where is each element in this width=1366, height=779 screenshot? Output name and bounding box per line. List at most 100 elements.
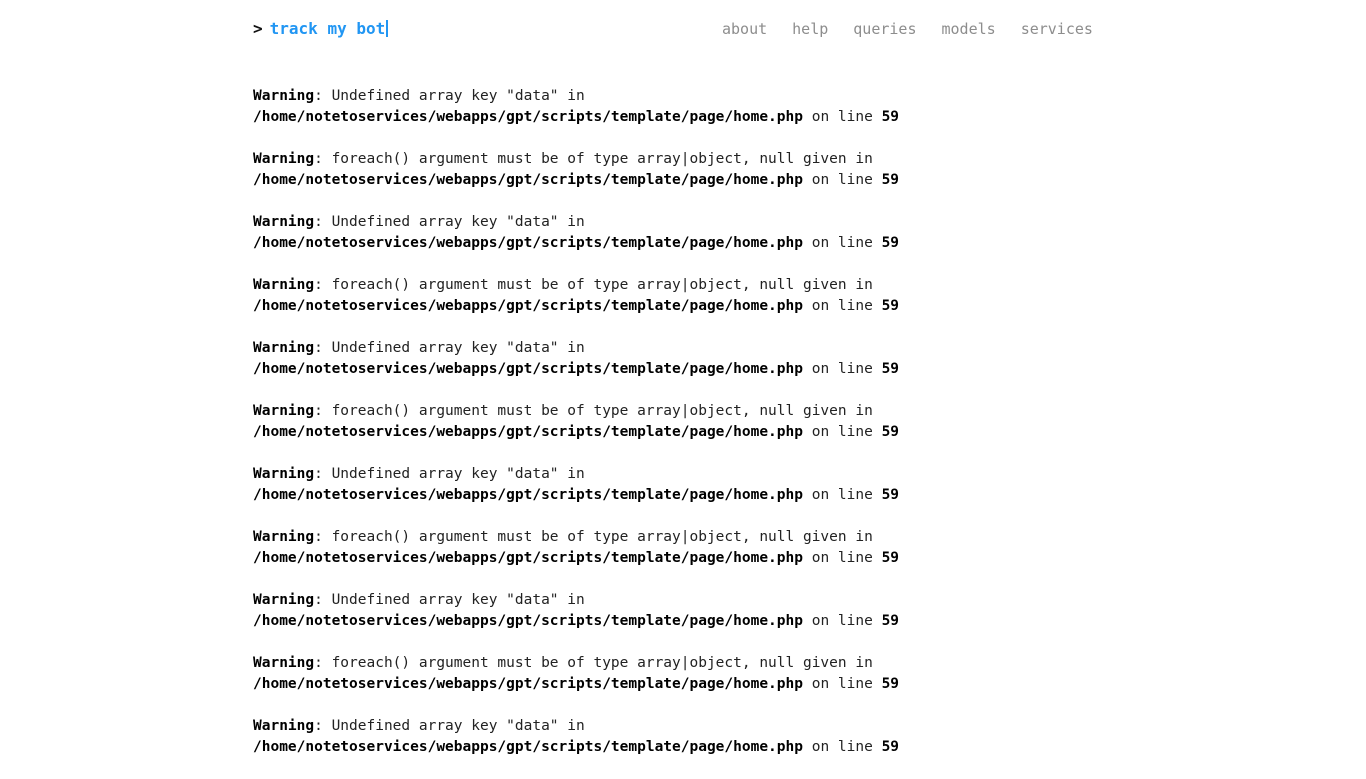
warning-block: Warning: Undefined array key "data" in/h… xyxy=(253,590,1353,632)
warning-line-number: 59 xyxy=(881,298,900,314)
warning-label: Warning xyxy=(253,718,315,734)
warning-message-text: : Undefined array key "data" in xyxy=(314,214,585,230)
warning-file-path: /home/notetoservices/webapps/gpt/scripts… xyxy=(253,739,803,755)
nav-item-models[interactable]: models xyxy=(942,19,996,39)
warning-label: Warning xyxy=(253,214,315,230)
warning-label: Warning xyxy=(253,151,315,167)
warning-message-line: Warning: Undefined array key "data" in xyxy=(253,86,1353,107)
warning-line-number: 59 xyxy=(881,550,900,566)
warning-message-line: Warning: foreach() argument must be of t… xyxy=(253,527,1353,548)
warning-label: Warning xyxy=(253,529,315,545)
warning-file-path: /home/notetoservices/webapps/gpt/scripts… xyxy=(253,298,803,314)
warning-file-path: /home/notetoservices/webapps/gpt/scripts… xyxy=(253,613,803,629)
warning-line-number: 59 xyxy=(881,487,900,503)
warning-block: Warning: Undefined array key "data" in/h… xyxy=(253,716,1353,758)
warning-message-text: : Undefined array key "data" in xyxy=(314,466,585,482)
warning-line-number: 59 xyxy=(881,235,900,251)
warning-block: Warning: foreach() argument must be of t… xyxy=(253,149,1353,191)
warning-label: Warning xyxy=(253,466,315,482)
warning-message-text: : foreach() argument must be of type arr… xyxy=(314,403,873,419)
warning-line-number: 59 xyxy=(881,613,900,629)
nav-item-queries[interactable]: queries xyxy=(853,19,916,39)
warning-message-line: Warning: foreach() argument must be of t… xyxy=(253,149,1353,170)
warning-location-line: /home/notetoservices/webapps/gpt/scripts… xyxy=(253,485,1353,506)
warning-line-number: 59 xyxy=(881,676,900,692)
warning-on-line-text: on line xyxy=(802,109,882,125)
warning-message-text: : foreach() argument must be of type arr… xyxy=(314,529,873,545)
warning-message-line: Warning: foreach() argument must be of t… xyxy=(253,401,1353,422)
nav-item-help[interactable]: help xyxy=(792,19,828,39)
warning-on-line-text: on line xyxy=(802,739,882,755)
warning-block: Warning: foreach() argument must be of t… xyxy=(253,653,1353,695)
main-navigation: about help queries models services xyxy=(722,19,1093,39)
warning-location-line: /home/notetoservices/webapps/gpt/scripts… xyxy=(253,233,1353,254)
warning-block: Warning: Undefined array key "data" in/h… xyxy=(253,212,1353,254)
command-prompt[interactable]: > track my bot xyxy=(253,18,389,40)
warning-on-line-text: on line xyxy=(802,172,882,188)
warning-on-line-text: on line xyxy=(802,298,882,314)
warning-line-number: 59 xyxy=(881,424,900,440)
warning-on-line-text: on line xyxy=(802,676,882,692)
nav-item-about[interactable]: about xyxy=(722,19,767,39)
warning-on-line-text: on line xyxy=(802,361,882,377)
warning-line-number: 59 xyxy=(881,361,900,377)
warning-block: Warning: Undefined array key "data" in/h… xyxy=(253,464,1353,506)
warning-message-line: Warning: Undefined array key "data" in xyxy=(253,212,1353,233)
warning-message-line: Warning: Undefined array key "data" in xyxy=(253,716,1353,737)
warning-message-text: : foreach() argument must be of type arr… xyxy=(314,151,873,167)
warning-location-line: /home/notetoservices/webapps/gpt/scripts… xyxy=(253,296,1353,317)
warning-location-line: /home/notetoservices/webapps/gpt/scripts… xyxy=(253,674,1353,695)
warning-block: Warning: foreach() argument must be of t… xyxy=(253,275,1353,317)
warning-file-path: /home/notetoservices/webapps/gpt/scripts… xyxy=(253,424,803,440)
warning-location-line: /home/notetoservices/webapps/gpt/scripts… xyxy=(253,170,1353,191)
prompt-input-text[interactable]: track my bot xyxy=(270,19,386,38)
warning-message-text: : foreach() argument must be of type arr… xyxy=(314,655,873,671)
warning-message-line: Warning: Undefined array key "data" in xyxy=(253,590,1353,611)
warning-message-line: Warning: Undefined array key "data" in xyxy=(253,338,1353,359)
warning-label: Warning xyxy=(253,655,315,671)
warning-on-line-text: on line xyxy=(802,424,882,440)
php-warning-list: Warning: Undefined array key "data" in/h… xyxy=(253,86,1353,779)
warning-message-text: : foreach() argument must be of type arr… xyxy=(314,277,873,293)
warning-location-line: /home/notetoservices/webapps/gpt/scripts… xyxy=(253,359,1353,380)
warning-line-number: 59 xyxy=(881,739,900,755)
warning-label: Warning xyxy=(253,340,315,356)
warning-message-text: : Undefined array key "data" in xyxy=(314,718,585,734)
warning-label: Warning xyxy=(253,88,315,104)
warning-location-line: /home/notetoservices/webapps/gpt/scripts… xyxy=(253,548,1353,569)
warning-line-number: 59 xyxy=(881,109,900,125)
warning-label: Warning xyxy=(253,403,315,419)
warning-file-path: /home/notetoservices/webapps/gpt/scripts… xyxy=(253,550,803,566)
warning-block: Warning: Undefined array key "data" in/h… xyxy=(253,86,1353,128)
warning-on-line-text: on line xyxy=(802,235,882,251)
warning-on-line-text: on line xyxy=(802,550,882,566)
warning-file-path: /home/notetoservices/webapps/gpt/scripts… xyxy=(253,172,803,188)
warning-file-path: /home/notetoservices/webapps/gpt/scripts… xyxy=(253,676,803,692)
warning-message-text: : Undefined array key "data" in xyxy=(314,88,585,104)
warning-file-path: /home/notetoservices/webapps/gpt/scripts… xyxy=(253,109,803,125)
warning-file-path: /home/notetoservices/webapps/gpt/scripts… xyxy=(253,361,803,377)
warning-message-line: Warning: foreach() argument must be of t… xyxy=(253,275,1353,296)
warning-block: Warning: foreach() argument must be of t… xyxy=(253,401,1353,443)
warning-location-line: /home/notetoservices/webapps/gpt/scripts… xyxy=(253,422,1353,443)
warning-block: Warning: foreach() argument must be of t… xyxy=(253,527,1353,569)
warning-label: Warning xyxy=(253,592,315,608)
warning-message-line: Warning: Undefined array key "data" in xyxy=(253,464,1353,485)
nav-item-services[interactable]: services xyxy=(1021,19,1093,39)
warning-block: Warning: Undefined array key "data" in/h… xyxy=(253,338,1353,380)
page-header: > track my bot about help queries models serv… xyxy=(0,0,1366,58)
warning-message-line: Warning: foreach() argument must be of t… xyxy=(253,653,1353,674)
prompt-chevron-icon: > xyxy=(253,19,263,38)
warning-label: Warning xyxy=(253,277,315,293)
warning-location-line: /home/notetoservices/webapps/gpt/scripts… xyxy=(253,737,1353,758)
text-cursor-icon xyxy=(386,20,389,37)
warning-location-line: /home/notetoservices/webapps/gpt/scripts… xyxy=(253,611,1353,632)
warning-line-number: 59 xyxy=(881,172,900,188)
warning-file-path: /home/notetoservices/webapps/gpt/scripts… xyxy=(253,235,803,251)
warning-file-path: /home/notetoservices/webapps/gpt/scripts… xyxy=(253,487,803,503)
warning-on-line-text: on line xyxy=(802,487,882,503)
warning-location-line: /home/notetoservices/webapps/gpt/scripts… xyxy=(253,107,1353,128)
warning-message-text: : Undefined array key "data" in xyxy=(314,592,585,608)
warning-message-text: : Undefined array key "data" in xyxy=(314,340,585,356)
warning-on-line-text: on line xyxy=(802,613,882,629)
